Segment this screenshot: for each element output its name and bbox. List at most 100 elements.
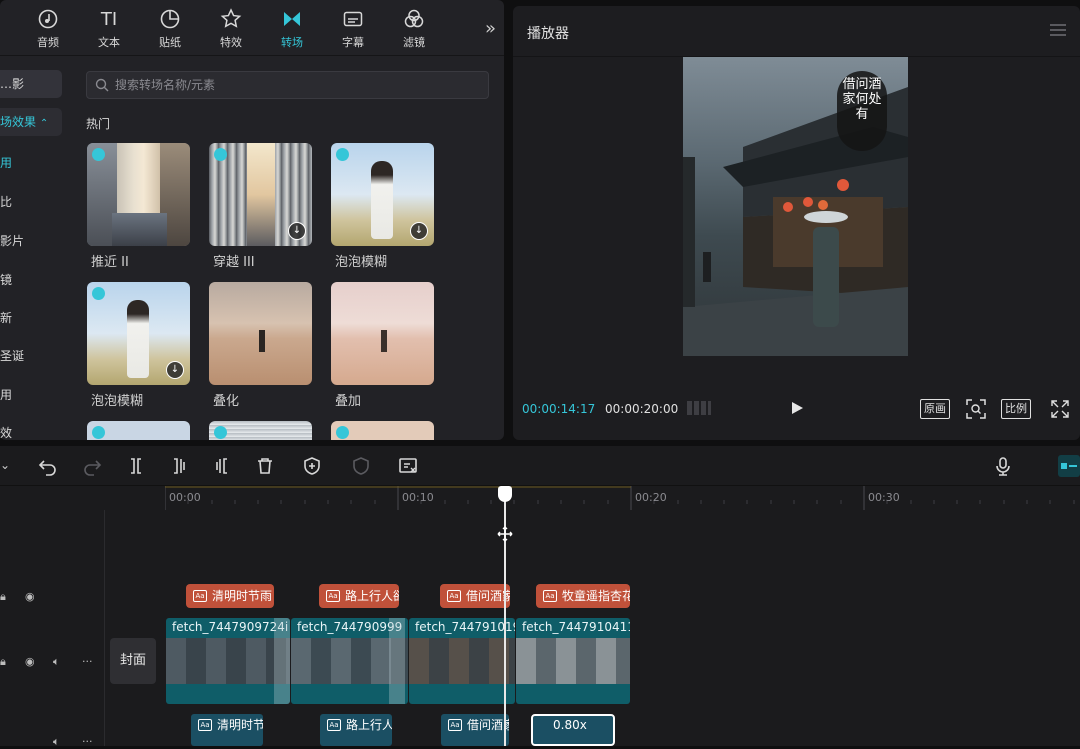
transition-marker[interactable] xyxy=(274,618,290,704)
more-icon[interactable]: ··· xyxy=(82,735,93,748)
transition-card[interactable]: ↓ 泡泡模糊 xyxy=(87,282,190,409)
shield-icon[interactable] xyxy=(351,456,371,476)
zoom-fit-icon[interactable] xyxy=(966,399,986,419)
video-clip[interactable]: fetch_744790999 xyxy=(291,618,408,704)
selected-speed-clip[interactable]: 0.80x xyxy=(531,714,615,746)
split-icon[interactable] xyxy=(126,456,146,476)
chevron-up-icon: ⌃ xyxy=(39,118,49,129)
dropdown-chevron-icon[interactable]: ⌄ xyxy=(0,458,10,472)
ruler-label: 00:10 xyxy=(402,491,434,504)
effects-icon xyxy=(205,8,257,32)
text-clip[interactable]: Aa路上行人欲 xyxy=(319,584,399,608)
text-clip[interactable]: Aa 清明时节雨 xyxy=(186,584,274,608)
ruler-label: 00:30 xyxy=(868,491,900,504)
clip-frames xyxy=(166,638,290,684)
transition-card[interactable]: ↓ 穿越 III xyxy=(209,143,312,270)
tab-text[interactable]: TI 文本 xyxy=(83,8,135,52)
playhead-handle[interactable] xyxy=(498,486,512,502)
subtitle-caption[interactable]: 借问酒家何处有 xyxy=(837,71,887,151)
ruler-label: 00:20 xyxy=(635,491,667,504)
total-timecode: 00:00:20:00 xyxy=(605,402,679,416)
lock-icon[interactable]: 🔒︎ xyxy=(0,590,6,604)
player-title: 播放器 xyxy=(527,26,569,42)
volume-icon[interactable]: 🔈︎ xyxy=(53,735,60,749)
sidebar-item-transition-effects[interactable]: 场效果 ⌃ xyxy=(0,108,62,136)
audio-clip[interactable]: Aa 清明时节 xyxy=(191,714,263,746)
more-tabs-icon[interactable]: » xyxy=(485,18,496,39)
sidebar-item-3[interactable]: 比 xyxy=(0,193,12,210)
sidebar-item-7[interactable]: 圣诞 xyxy=(0,347,24,364)
cover-button[interactable]: 封面 xyxy=(110,638,156,684)
sidebar-item-9[interactable]: 效 xyxy=(0,424,12,441)
transition-card[interactable]: 叠加 xyxy=(331,282,434,409)
video-clip[interactable]: fetch_74479104118 xyxy=(516,618,630,704)
main-track-toggle-icon[interactable] xyxy=(1058,455,1080,477)
speed-label: 0.80x xyxy=(553,718,587,732)
time-ruler[interactable]: 00:00 00:10 00:20 00:30 xyxy=(165,486,1080,510)
new-badge-icon xyxy=(336,426,349,439)
eye-icon[interactable]: ◉ xyxy=(25,590,35,603)
transition-card[interactable]: 叠化 xyxy=(209,282,312,409)
new-badge-icon xyxy=(214,148,227,161)
sidebar-item-4[interactable]: 影片 xyxy=(0,232,24,249)
sticker-icon xyxy=(144,8,196,32)
microphone-icon[interactable] xyxy=(993,456,1013,476)
sidebar-item-6[interactable]: 新 xyxy=(0,309,12,326)
text-clip[interactable]: Aa 借问酒家 xyxy=(440,584,510,608)
transition-thumbnail: ↓ xyxy=(209,143,312,246)
lock-icon[interactable]: 🔒︎ xyxy=(0,655,6,669)
sidebar-item-5[interactable]: 镜 xyxy=(0,271,12,288)
transition-card[interactable]: 推近 II xyxy=(87,143,190,270)
sidebar-item-2[interactable]: 用 xyxy=(0,154,12,171)
video-clip[interactable]: fetch_7447909724i xyxy=(166,618,290,704)
download-icon[interactable]: ↓ xyxy=(166,361,184,379)
undo-icon[interactable] xyxy=(38,456,58,476)
transition-card[interactable]: ↓ 泡泡模糊 xyxy=(331,143,434,270)
tab-audio[interactable]: 音频 xyxy=(22,8,74,52)
transition-name: 泡泡模糊 xyxy=(91,394,144,409)
transition-card[interactable] xyxy=(331,421,434,440)
tab-subtitle[interactable]: 字幕 xyxy=(327,8,379,52)
tab-filter[interactable]: 滤镜 xyxy=(388,8,440,52)
tab-effects[interactable]: 特效 xyxy=(205,8,257,52)
redo-icon[interactable] xyxy=(82,456,102,476)
transition-marker[interactable] xyxy=(389,618,405,704)
original-quality-button[interactable]: 原画 xyxy=(920,399,950,419)
transition-card[interactable] xyxy=(87,421,190,440)
download-icon[interactable]: ↓ xyxy=(288,222,306,240)
new-badge-icon xyxy=(92,287,105,300)
aspect-ratio-button[interactable]: 比例 xyxy=(1001,399,1031,419)
audio-clip[interactable]: Aa 路上行人 xyxy=(320,714,392,746)
transition-card[interactable] xyxy=(209,421,312,440)
transition-thumbnail xyxy=(87,143,190,246)
new-badge-icon xyxy=(92,148,105,161)
search-icon xyxy=(95,78,109,92)
split-right-icon[interactable] xyxy=(212,456,232,476)
audio-clip[interactable]: Aa借问酒家 xyxy=(441,714,509,746)
transition-name: 推近 II xyxy=(91,255,129,270)
more-icon[interactable]: ··· xyxy=(82,655,93,668)
transition-thumbnail xyxy=(209,282,312,385)
download-icon[interactable]: ↓ xyxy=(410,222,428,240)
video-clip[interactable]: fetch_744791019 xyxy=(409,618,515,704)
transition-thumbnail xyxy=(331,282,434,385)
sidebar-item-0[interactable]: …影 xyxy=(0,70,62,98)
eye-icon[interactable]: ◉ xyxy=(25,655,35,668)
play-icon[interactable] xyxy=(790,401,804,415)
playhead[interactable] xyxy=(498,486,512,746)
shield-add-icon[interactable] xyxy=(302,456,322,476)
delete-icon[interactable] xyxy=(255,456,275,476)
menu-icon[interactable] xyxy=(1050,24,1066,36)
video-preview[interactable]: 借问酒家何处有 xyxy=(683,57,908,356)
audio-clip-icon: Aa xyxy=(198,719,212,731)
sidebar-item-8[interactable]: 用 xyxy=(0,386,12,403)
crop-frame-icon[interactable] xyxy=(398,456,418,476)
search-box[interactable] xyxy=(86,71,489,99)
split-left-icon[interactable] xyxy=(169,456,189,476)
fullscreen-icon[interactable] xyxy=(1051,400,1069,418)
text-clip[interactable]: Aa 牧童遥指杏花 xyxy=(536,584,630,608)
search-input[interactable] xyxy=(115,75,475,95)
volume-icon[interactable]: 🔈︎ xyxy=(53,655,60,669)
tab-transition[interactable]: 转场 xyxy=(266,8,318,52)
tab-sticker[interactable]: 贴纸 xyxy=(144,8,196,52)
